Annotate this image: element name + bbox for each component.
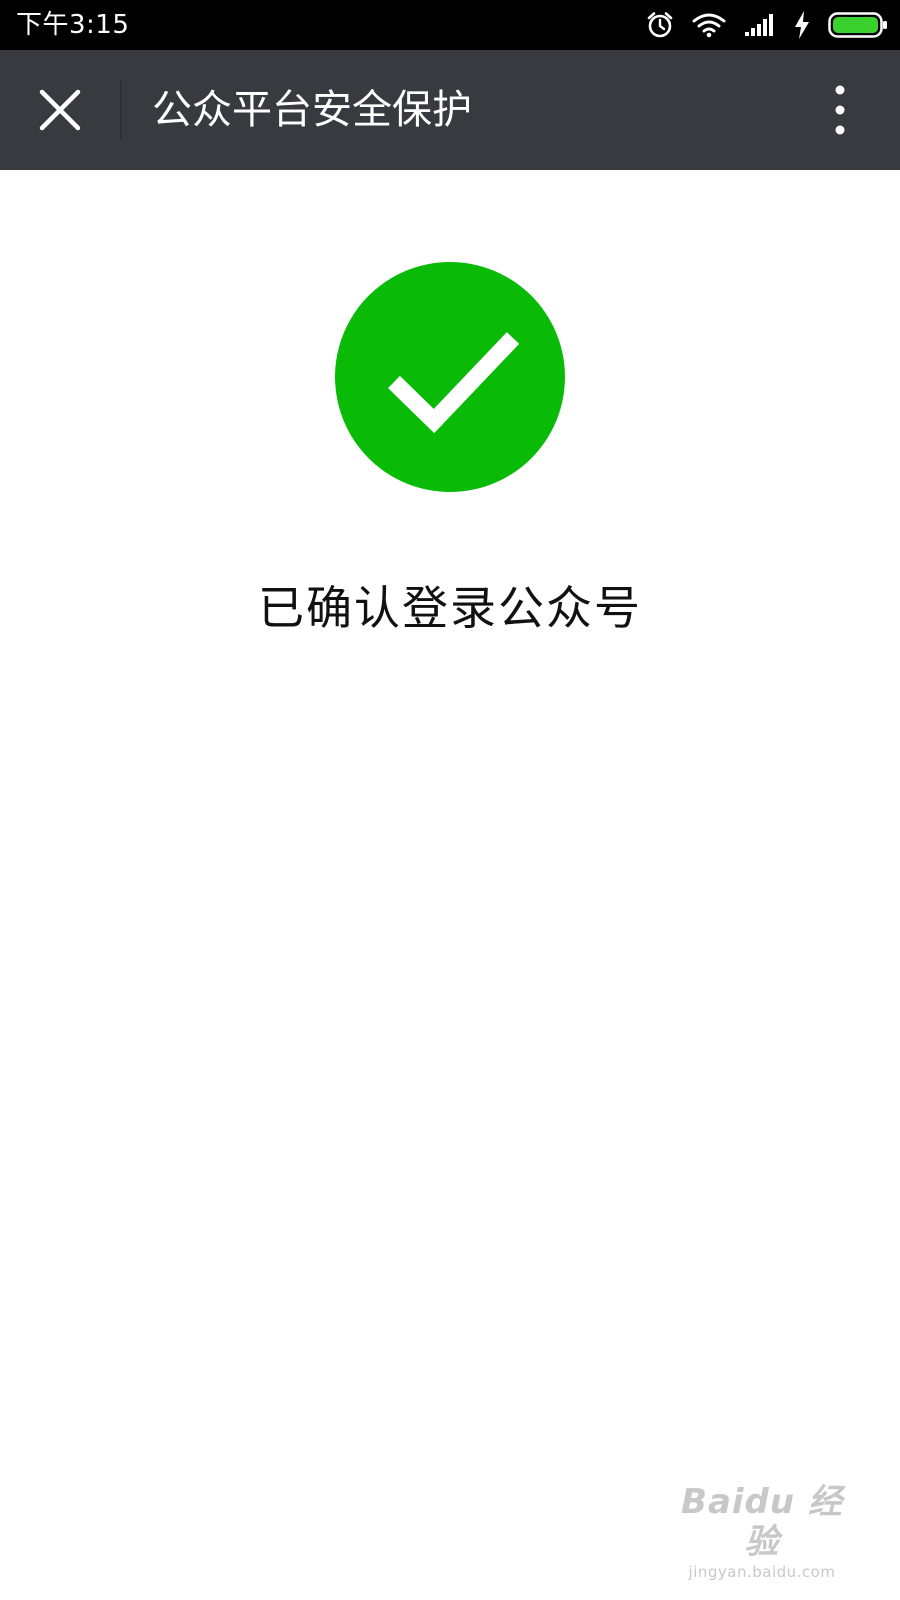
status-icons	[646, 9, 888, 41]
watermark: Baidu 经验 jingyan.baidu.com	[672, 1482, 852, 1582]
app-bar-divider	[120, 80, 122, 140]
more-vertical-icon	[834, 85, 846, 135]
watermark-logo: Baidu 经验	[681, 1482, 843, 1562]
signal-icon	[744, 13, 776, 37]
watermark-url: jingyan.baidu.com	[688, 1563, 836, 1581]
charging-icon	[794, 11, 810, 39]
page-title: 公众平台安全保护	[152, 87, 472, 133]
wifi-icon	[692, 12, 726, 38]
more-options-button[interactable]	[810, 80, 870, 140]
close-icon	[39, 89, 81, 131]
close-button[interactable]	[30, 80, 90, 140]
check-circle-icon	[335, 262, 565, 492]
status-time: 下午3:15	[16, 10, 130, 40]
alarm-icon	[646, 11, 674, 39]
status-bar: 下午3:15	[0, 0, 900, 50]
success-message: 已确认登录公众号	[258, 581, 642, 635]
app-bar: 公众平台安全保护	[0, 50, 900, 170]
battery-icon	[828, 12, 888, 38]
